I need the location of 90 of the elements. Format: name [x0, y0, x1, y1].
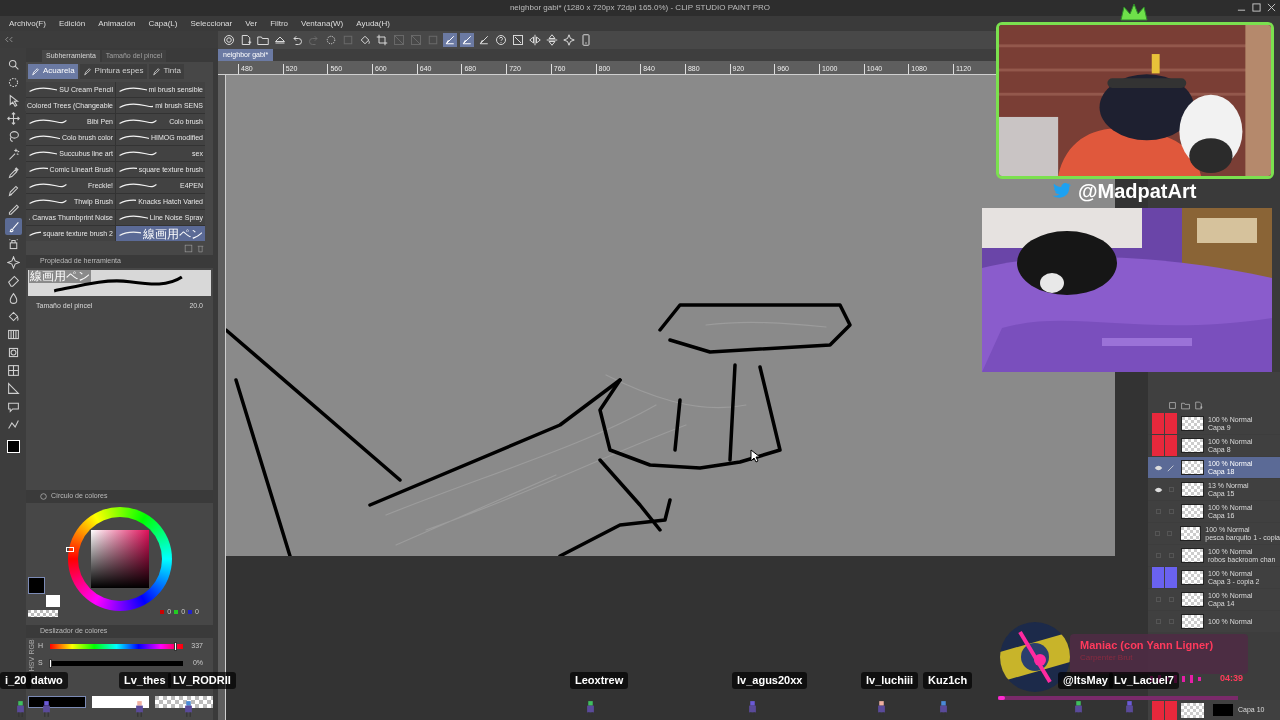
- cursor-icon: [750, 449, 760, 463]
- new-file-icon[interactable]: [239, 33, 253, 47]
- channel-swatch: [188, 610, 193, 615]
- pixel-character: [135, 701, 144, 717]
- sub-color-swatch[interactable]: [91, 696, 150, 708]
- menu-item[interactable]: Capa(L): [148, 17, 178, 30]
- ruler-snap-icon[interactable]: [477, 33, 491, 47]
- save-icon[interactable]: [184, 243, 193, 253]
- menu-item[interactable]: Ver: [245, 17, 258, 30]
- layer-thumbnail: [1179, 526, 1202, 541]
- window-title: neighbor gabi* (1280 x 720px 72dpi 165.0%) - CLIP STUDIO PAINT PRO: [509, 2, 771, 14]
- slider-thumb[interactable]: [49, 659, 52, 668]
- flip-vertical-icon[interactable]: [545, 33, 559, 47]
- maximize-icon[interactable]: [1252, 3, 1261, 12]
- hue-marker[interactable]: [66, 547, 74, 552]
- fit-icon[interactable]: [511, 33, 525, 47]
- bucket-icon[interactable]: [358, 33, 372, 47]
- bird-icon: [1052, 183, 1072, 199]
- foreground-swatch[interactable]: [28, 577, 45, 594]
- crop-icon[interactable]: [375, 33, 389, 47]
- layer-thumbnail: [1181, 482, 1204, 497]
- menu-item[interactable]: Edición: [58, 17, 86, 30]
- transparent-swatch[interactable]: [155, 696, 213, 708]
- group-tab[interactable]: Acuarela: [28, 63, 78, 79]
- layer-thumbnail: [1181, 614, 1204, 629]
- transparent-swatch[interactable]: [28, 610, 58, 617]
- username-tag: datwo: [26, 672, 68, 689]
- folder-icon[interactable]: [1181, 401, 1190, 410]
- eye-icon[interactable]: [1153, 486, 1163, 493]
- square-icon[interactable]: [1168, 401, 1177, 410]
- ruler-snap-icon[interactable]: [443, 33, 457, 47]
- layer-thumbnail: [1181, 438, 1204, 453]
- menu-item[interactable]: Ventana(W): [301, 17, 344, 30]
- username-tag: Kuz1ch: [923, 672, 973, 689]
- crown-icon: [1119, 3, 1149, 21]
- move-icon[interactable]: [4, 110, 22, 127]
- social-handle: @MadpatArt: [1078, 179, 1197, 203]
- new-file-icon[interactable]: [1194, 401, 1203, 410]
- menu-item[interactable]: Seleccionar: [190, 17, 233, 30]
- username-tag: Lv_Lacuel7: [1109, 672, 1179, 689]
- ruler-snap-icon[interactable]: [460, 33, 474, 47]
- menu-item[interactable]: Archivo(F): [9, 17, 46, 30]
- pen-nib-icon: [31, 66, 40, 76]
- pixel-character: [42, 701, 51, 717]
- menu-item[interactable]: Filtro: [270, 17, 288, 30]
- layer-thumbnail: [1181, 504, 1204, 519]
- brush-name-label: 線画用ペン: [29, 270, 91, 283]
- username-tag: LV_RODRII: [168, 672, 236, 689]
- swirl-icon[interactable]: [222, 33, 236, 47]
- username-tag: lv_agus20xx: [732, 672, 808, 689]
- radio-icon: [40, 493, 47, 500]
- slider-thumb[interactable]: [174, 642, 177, 651]
- group-tab[interactable]: Tinta: [148, 63, 184, 79]
- pen-nib-icon: [82, 66, 92, 76]
- eye-icon[interactable]: [1153, 464, 1163, 471]
- flip-icon[interactable]: [528, 33, 542, 47]
- channel-swatch: [174, 610, 179, 615]
- background-swatch[interactable]: [46, 595, 60, 607]
- dashed-circle-icon[interactable]: [324, 33, 338, 47]
- group-tab[interactable]: Pintura espes: [79, 63, 147, 79]
- collapse-icon[interactable]: [4, 36, 14, 43]
- brush-icon[interactable]: [4, 218, 22, 235]
- menu-item[interactable]: Ayuda(H): [356, 17, 390, 30]
- color-chip[interactable]: [6, 440, 20, 453]
- phone-icon[interactable]: [579, 33, 593, 47]
- pixel-character: [184, 701, 193, 717]
- layer-thumbnail: [1181, 592, 1204, 607]
- track-time: 04:39: [1220, 672, 1244, 685]
- sparkle-icon[interactable]: [562, 33, 576, 47]
- help-icon[interactable]: [494, 33, 508, 47]
- layer-thumbnail: [1181, 416, 1204, 431]
- layer-thumbnail: [1181, 570, 1204, 585]
- saturation-square[interactable]: [91, 530, 149, 588]
- pen-nib-icon: [151, 66, 161, 76]
- brush-item[interactable]: 線画用ペン: [116, 226, 205, 241]
- username-tag: Lv_thes: [119, 672, 171, 689]
- main-color-swatch[interactable]: [28, 696, 86, 708]
- song-title: Maniac (con Yann Ligner): [1080, 638, 1215, 652]
- pen-icon[interactable]: [1167, 463, 1175, 472]
- folder-icon[interactable]: [256, 33, 270, 47]
- username-tag: Leoxtrew: [570, 672, 629, 689]
- close-icon[interactable]: [1267, 3, 1276, 12]
- layer-thumbnail: [1181, 460, 1204, 475]
- layer-mask-thumbnail: [1213, 704, 1233, 716]
- channel-swatch: [160, 610, 165, 615]
- layer-thumbnail: [1181, 548, 1204, 563]
- username-tag: lv_luchiii: [861, 672, 919, 689]
- sparkle-icon[interactable]: [4, 254, 22, 271]
- menu-item[interactable]: Animación: [98, 17, 136, 30]
- layer-thumbnail: [1181, 702, 1204, 718]
